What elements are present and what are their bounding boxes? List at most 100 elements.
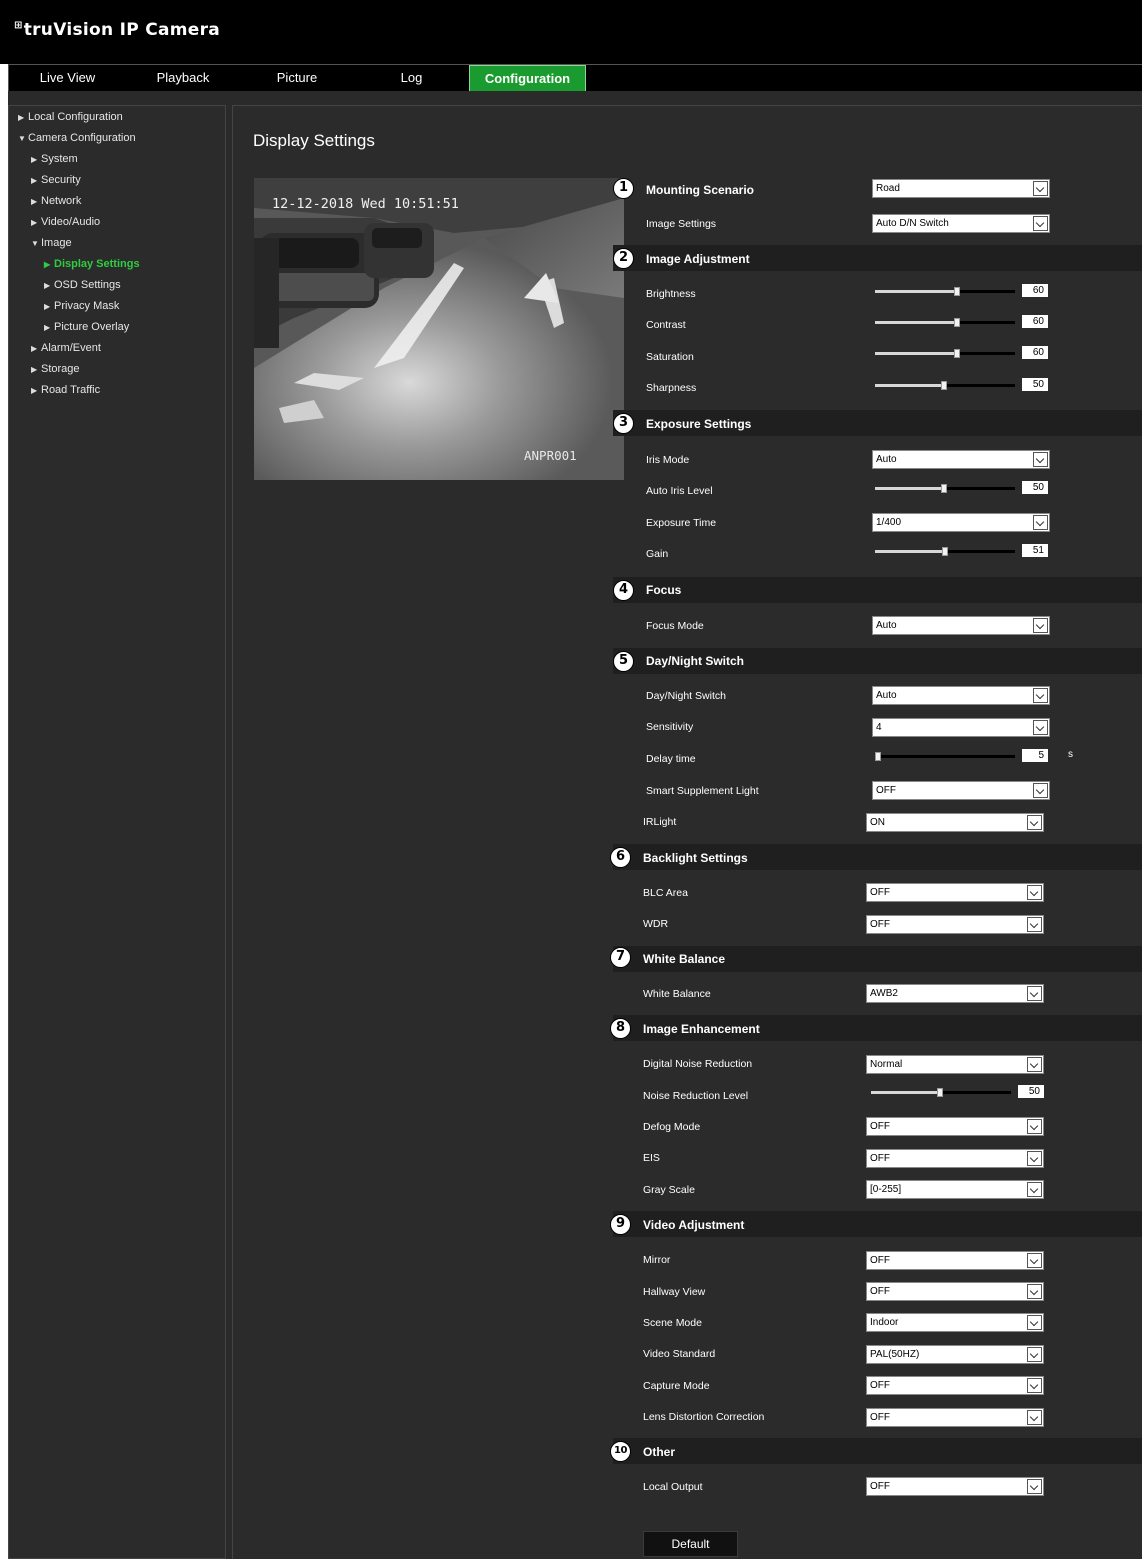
image-settings-select[interactable]: Auto D/N Switch xyxy=(872,214,1050,233)
iris-mode-select[interactable]: Auto xyxy=(872,450,1050,469)
sharpness-value[interactable]: 50 xyxy=(1022,378,1048,391)
chevron-down-icon[interactable] xyxy=(1033,452,1048,467)
sharpness-slider[interactable] xyxy=(875,379,1015,391)
chevron-down-icon[interactable] xyxy=(1027,815,1042,830)
slider-track-filled xyxy=(875,321,957,324)
chevron-down-icon[interactable] xyxy=(1033,688,1048,703)
gray-scale-select[interactable]: [0-255] xyxy=(866,1180,1044,1199)
default-button[interactable]: Default xyxy=(643,1531,738,1557)
sidebar-item-camera-configuration[interactable]: ▼ Camera Configuration xyxy=(18,131,136,145)
sidebar-item-storage[interactable]: ▶ Storage xyxy=(31,362,80,376)
chevron-down-icon[interactable] xyxy=(1027,885,1042,900)
slider-handle[interactable] xyxy=(942,547,948,556)
section-number-badge: 5 xyxy=(613,651,634,672)
video-standard-select[interactable]: PAL(50HZ) xyxy=(866,1345,1044,1364)
lens-distortion-correction-select[interactable]: OFF xyxy=(866,1408,1044,1427)
sidebar-item-road-traffic[interactable]: ▶ Road Traffic xyxy=(31,383,100,397)
tab-configuration[interactable]: Configuration xyxy=(469,65,586,91)
sidebar-item-video-audio[interactable]: ▶ Video/Audio xyxy=(31,215,100,229)
live-preview: 12-12-2018 Wed 10:51:51 ANPR001 xyxy=(254,178,624,480)
tab-picture[interactable]: Picture xyxy=(240,65,354,91)
section-title: Image Adjustment xyxy=(646,252,750,266)
select-value: OFF xyxy=(870,1153,890,1164)
smart-supplement-light-select[interactable]: OFF xyxy=(872,781,1050,800)
sidebar-item-display-settings[interactable]: ▶ Display Settings xyxy=(44,257,140,271)
chevron-down-icon[interactable] xyxy=(1033,720,1048,735)
delay-time-value[interactable]: 5 xyxy=(1022,749,1048,762)
slider-handle[interactable] xyxy=(941,484,947,493)
eis-select[interactable]: OFF xyxy=(866,1149,1044,1168)
blc-area-select[interactable]: OFF xyxy=(866,883,1044,902)
slider-handle[interactable] xyxy=(941,381,947,390)
chevron-down-icon[interactable] xyxy=(1033,181,1048,196)
contrast-value[interactable]: 60 xyxy=(1022,315,1048,328)
chevron-down-icon[interactable] xyxy=(1027,1410,1042,1425)
chevron-down-icon[interactable] xyxy=(1027,1347,1042,1362)
sensitivity-select[interactable]: 4 xyxy=(872,718,1050,737)
triangle-right-icon: ▶ xyxy=(44,260,51,269)
chevron-down-icon[interactable] xyxy=(1033,515,1048,530)
chevron-down-icon[interactable] xyxy=(1027,1378,1042,1393)
delay-time-slider[interactable] xyxy=(875,750,1015,762)
local-output-select[interactable]: OFF xyxy=(866,1477,1044,1496)
slider-handle[interactable] xyxy=(954,318,960,327)
slider-handle[interactable] xyxy=(937,1088,943,1097)
chevron-down-icon[interactable] xyxy=(1027,1182,1042,1197)
chevron-down-icon[interactable] xyxy=(1027,917,1042,932)
gain-value[interactable]: 51 xyxy=(1022,544,1048,557)
white-balance-select[interactable]: AWB2 xyxy=(866,984,1044,1003)
sidebar-item-privacy-mask[interactable]: ▶ Privacy Mask xyxy=(44,299,119,313)
chevron-down-icon[interactable] xyxy=(1027,1057,1042,1072)
sidebar-item-network[interactable]: ▶ Network xyxy=(31,194,81,208)
chevron-down-icon[interactable] xyxy=(1033,783,1048,798)
contrast-slider[interactable] xyxy=(875,316,1015,328)
sidebar-item-osd-settings[interactable]: ▶ OSD Settings xyxy=(44,278,121,292)
slider-handle[interactable] xyxy=(954,287,960,296)
tab-log[interactable]: Log xyxy=(354,65,469,91)
sidebar-item-picture-overlay[interactable]: ▶ Picture Overlay xyxy=(44,320,129,334)
slider-handle[interactable] xyxy=(875,752,881,761)
day-night-switch-select[interactable]: Auto xyxy=(872,686,1050,705)
chevron-down-icon[interactable] xyxy=(1027,1284,1042,1299)
sidebar-item-label: Picture Overlay xyxy=(54,321,130,333)
chevron-down-icon[interactable] xyxy=(1027,986,1042,1001)
wdr-select[interactable]: OFF xyxy=(866,915,1044,934)
saturation-slider[interactable] xyxy=(875,347,1015,359)
chevron-down-icon[interactable] xyxy=(1027,1119,1042,1134)
saturation-value[interactable]: 60 xyxy=(1022,346,1048,359)
exposure-time-select[interactable]: 1/400 xyxy=(872,513,1050,532)
hallway-view-select[interactable]: OFF xyxy=(866,1282,1044,1301)
capture-mode-select[interactable]: OFF xyxy=(866,1376,1044,1395)
sidebar-item-local-configuration[interactable]: ▶ Local Configuration xyxy=(18,110,123,124)
auto-iris-level-value[interactable]: 50 xyxy=(1022,481,1048,494)
scene-mode-select[interactable]: Indoor xyxy=(866,1313,1044,1332)
slider-track-filled xyxy=(875,384,944,387)
chevron-down-icon[interactable] xyxy=(1033,618,1048,633)
tab-playback[interactable]: Playback xyxy=(126,65,240,91)
brightness-value[interactable]: 60 xyxy=(1022,284,1048,297)
brightness-slider[interactable] xyxy=(875,285,1015,297)
focus-mode-select[interactable]: Auto xyxy=(872,616,1050,635)
sidebar-item-system[interactable]: ▶ System xyxy=(31,152,78,166)
sidebar-item-alarm-event[interactable]: ▶ Alarm/Event xyxy=(31,341,101,355)
mounting-scenario-select[interactable]: Road xyxy=(872,179,1050,198)
noise-reduction-level-slider[interactable] xyxy=(871,1086,1011,1098)
auto-iris-level-slider[interactable] xyxy=(875,482,1015,494)
chevron-down-icon[interactable] xyxy=(1027,1253,1042,1268)
gain-slider[interactable] xyxy=(875,545,1015,557)
chevron-down-icon[interactable] xyxy=(1027,1151,1042,1166)
chevron-down-icon[interactable] xyxy=(1027,1315,1042,1330)
chevron-down-icon[interactable] xyxy=(1033,216,1048,231)
triangle-down-icon: ▼ xyxy=(31,239,39,248)
noise-reduction-level-value[interactable]: 50 xyxy=(1018,1085,1044,1098)
irlight-select[interactable]: ON xyxy=(866,813,1044,832)
slider-handle[interactable] xyxy=(954,349,960,358)
defog-mode-select[interactable]: OFF xyxy=(866,1117,1044,1136)
mirror-select[interactable]: OFF xyxy=(866,1251,1044,1270)
tab-live-view[interactable]: Live View xyxy=(9,65,126,91)
sidebar-item-security[interactable]: ▶ Security xyxy=(31,173,81,187)
digital-noise-reduction-select[interactable]: Normal xyxy=(866,1055,1044,1074)
chevron-down-icon[interactable] xyxy=(1027,1479,1042,1494)
sidebar-item-image[interactable]: ▼ Image xyxy=(31,236,72,250)
wdr-label: WDR xyxy=(643,918,669,930)
